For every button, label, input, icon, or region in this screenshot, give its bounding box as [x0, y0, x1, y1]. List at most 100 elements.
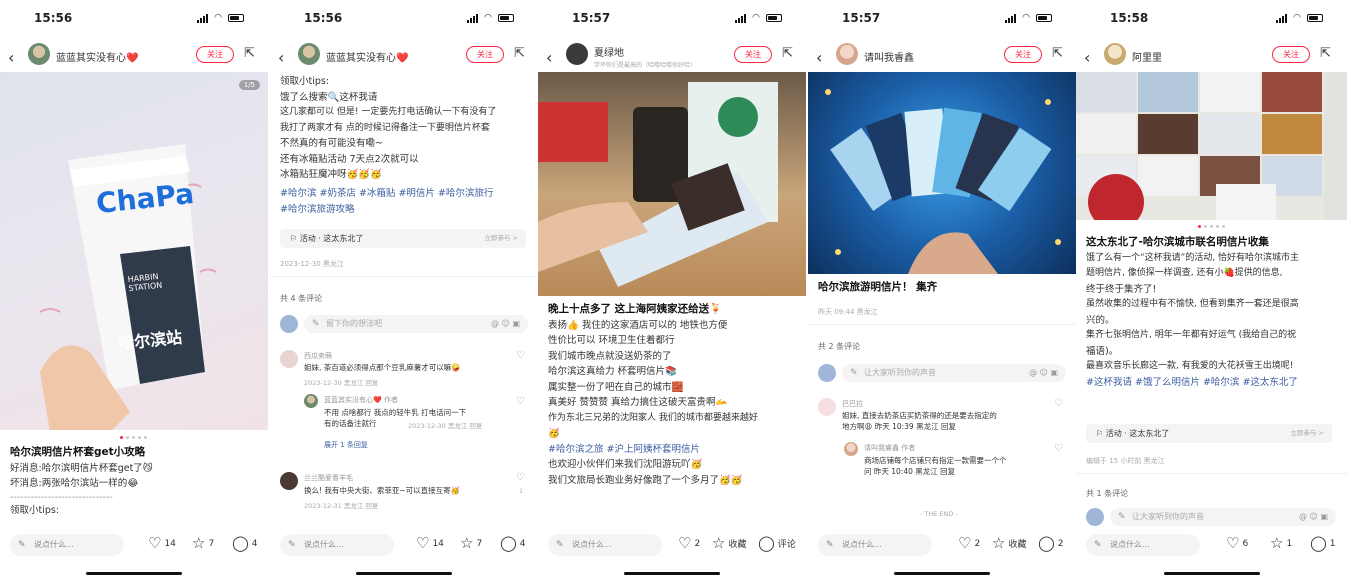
author-avatar[interactable] — [1104, 43, 1126, 65]
signal-icon — [1005, 13, 1017, 23]
expand-replies-link[interactable]: 展开 1 条回复 — [324, 440, 368, 450]
comment-like-icon[interactable]: ♡ — [1054, 398, 1063, 409]
comment-button[interactable]: ◯ 4 — [500, 536, 526, 551]
body-line: 最喜欢音乐长廊这一款, 有我爱的大花袄雪王出境呢! — [1086, 361, 1294, 371]
comment-input[interactable]: ✎ 说点什么... — [1086, 534, 1200, 556]
heart-icon: ♡ — [148, 534, 162, 552]
share-icon[interactable]: ⇱ — [1320, 46, 1331, 61]
back-arrow-icon[interactable]: ‹ — [546, 48, 552, 67]
share-icon[interactable]: ⇱ — [782, 46, 793, 61]
back-arrow-icon[interactable]: ‹ — [1084, 48, 1090, 67]
comment-button[interactable]: ◯ 2 — [1038, 536, 1064, 551]
body-line: 我打了两家才有 点的时候记得备注一下要明信片杯套 — [280, 122, 490, 133]
commenter-avatar[interactable] — [818, 398, 836, 416]
back-arrow-icon[interactable]: ‹ — [278, 48, 284, 67]
comment-field[interactable]: ✎ 留下你的想法吧 @ ☺ ▣ — [304, 315, 528, 333]
comment-input[interactable]: ✎ 说点什么... — [548, 534, 662, 556]
comment-like-icon[interactable]: ♡ — [516, 472, 525, 483]
comment-field[interactable]: ✎ 让大家听到你的声音 @ ☺ ▣ — [842, 364, 1066, 382]
commenter-name[interactable]: 西瓜卖萌 — [304, 351, 332, 361]
author-name[interactable]: 蓝蓝其实没有心❤️ — [56, 49, 138, 64]
collect-button[interactable]: ☆ 7 — [460, 536, 482, 551]
post-image[interactable]: 1/5 ChaPa HARBIN STATION 哈尔滨站 — [0, 72, 268, 430]
home-indicator — [356, 572, 452, 575]
like-button[interactable]: ♡ 2 — [958, 536, 980, 551]
comment-button[interactable]: ◯ 1 — [1310, 536, 1336, 551]
signal-icon — [197, 13, 209, 23]
image-counter: 1/5 — [238, 80, 260, 90]
share-icon[interactable]: ⇱ — [1052, 46, 1063, 61]
reply-like-icon[interactable]: ♡ — [1054, 443, 1063, 454]
comment-field[interactable]: ✎ 让大家听到你的声音 @ ☺ ▣ — [1110, 508, 1336, 526]
post-image[interactable] — [538, 72, 806, 296]
hashtag-line[interactable]: #哈尔滨之旅 #沪上阿姨杯套明信片 — [548, 442, 758, 458]
post-header: ‹ 蓝蓝其实没有心❤️ 关注 ⇱ — [0, 38, 268, 72]
battery-icon — [766, 14, 782, 22]
commenter-avatar[interactable] — [280, 350, 298, 368]
reply-author-name[interactable]: 请叫我睿鑫 作者 — [864, 443, 915, 453]
comment-input[interactable]: ✎ 说点什么... — [10, 534, 124, 556]
collect-button[interactable]: ☆ 收藏 — [712, 536, 746, 551]
author-avatar[interactable] — [298, 43, 320, 65]
author-name[interactable]: 蓝蓝其实没有心❤️ — [326, 49, 408, 64]
emoji-image-icons[interactable]: @ ☺ ▣ — [1029, 364, 1058, 382]
like-button[interactable]: ♡ 14 — [148, 536, 176, 551]
chat-bubble-icon: ◯ — [758, 534, 775, 552]
share-icon[interactable]: ⇱ — [244, 46, 255, 61]
author-avatar[interactable] — [566, 43, 588, 65]
activity-join-link[interactable]: 立即参与 > — [1290, 424, 1324, 443]
author-name[interactable]: 夏绿地 — [594, 44, 624, 59]
comment-button[interactable]: ◯ 评论 — [758, 536, 796, 551]
like-button[interactable]: ♡ 14 — [416, 536, 444, 551]
post-image[interactable] — [1076, 72, 1347, 220]
hashtag-line[interactable]: #哈尔滨旅游攻略 — [280, 202, 493, 218]
commenter-name[interactable]: 巴巴拉 — [842, 399, 863, 409]
hashtag-line[interactable]: #哈尔滨 #奶茶店 #冰箱贴 #明信片 #哈尔滨旅行 — [280, 186, 493, 202]
comment-meta: 2023-12-30 黑龙江 回复 — [304, 379, 379, 387]
like-button[interactable]: ♡ 2 — [678, 536, 700, 551]
pen-icon: ✎ — [556, 540, 564, 550]
collect-button[interactable]: ☆ 7 — [192, 536, 214, 551]
emoji-image-icons[interactable]: @ ☺ ▣ — [1299, 508, 1328, 526]
battery-icon — [1307, 14, 1323, 22]
author-name[interactable]: 阿里里 — [1132, 49, 1162, 64]
comment-like-icon[interactable]: ♡ — [516, 350, 525, 361]
author-name[interactable]: 请叫我睿鑫 — [864, 49, 914, 64]
comment-count-label: 共 1 条评论 — [1086, 489, 1129, 498]
back-arrow-icon[interactable]: ‹ — [816, 48, 822, 67]
screenshot-collage: 15:56 ◠ ‹ 蓝蓝其实没有心❤️ 关注 ⇱ 1/5 ChaPa HARBI… — [0, 0, 1347, 586]
author-avatar[interactable] — [836, 43, 858, 65]
collect-button[interactable]: ☆ 1 — [1270, 536, 1292, 551]
follow-button[interactable]: 关注 — [466, 46, 504, 63]
reply-avatar[interactable] — [304, 394, 318, 408]
commenter-avatar[interactable] — [280, 472, 298, 490]
post-image[interactable] — [808, 72, 1076, 274]
collect-count: 7 — [476, 538, 483, 549]
comment-input[interactable]: ✎ 说点什么... — [818, 534, 932, 556]
activity-join-link[interactable]: 立即参与 > — [484, 229, 518, 248]
comment-input[interactable]: ✎ 说点什么... — [280, 534, 394, 556]
body-line: 虽然收集的过程中有不愉快, 但看到集齐一套还是很高 — [1086, 299, 1299, 309]
reply-avatar[interactable] — [844, 442, 858, 456]
follow-button[interactable]: 关注 — [1004, 46, 1042, 63]
follow-button[interactable]: 关注 — [196, 46, 234, 63]
collect-button[interactable]: ☆ 收藏 — [992, 536, 1026, 551]
like-button[interactable]: ♡ 6 — [1226, 536, 1248, 551]
reply-author-name[interactable]: 蓝蓝其实没有心❤️ 作者 — [324, 395, 398, 405]
share-icon[interactable]: ⇱ — [514, 46, 525, 61]
emoji-image-icons[interactable]: @ ☺ ▣ — [491, 315, 520, 333]
post-body: 哈尔滨旅游明信片！ 集齐 — [818, 280, 937, 296]
home-indicator — [1164, 572, 1260, 575]
my-avatar — [1086, 508, 1104, 526]
activity-banner[interactable]: ⚐ 活动 · 这太东北了 立即参与 > — [280, 229, 526, 248]
follow-button[interactable]: 关注 — [1272, 46, 1310, 63]
author-avatar[interactable] — [28, 43, 50, 65]
activity-banner[interactable]: ⚐ 活动 · 这太东北了 立即参与 > — [1086, 424, 1332, 443]
comment-button[interactable]: ◯ 4 — [232, 536, 258, 551]
hashtag-line[interactable]: #这杯我请 #饿了么明信片 #哈尔滨 #这太东北了 — [1086, 375, 1299, 391]
back-arrow-icon[interactable]: ‹ — [8, 48, 14, 67]
follow-button[interactable]: 关注 — [734, 46, 772, 63]
signal-icon — [1276, 13, 1288, 23]
reply-like-icon[interactable]: ♡ — [516, 396, 525, 407]
commenter-name[interactable]: 兰兰酷爱看羊毛 — [304, 473, 353, 483]
